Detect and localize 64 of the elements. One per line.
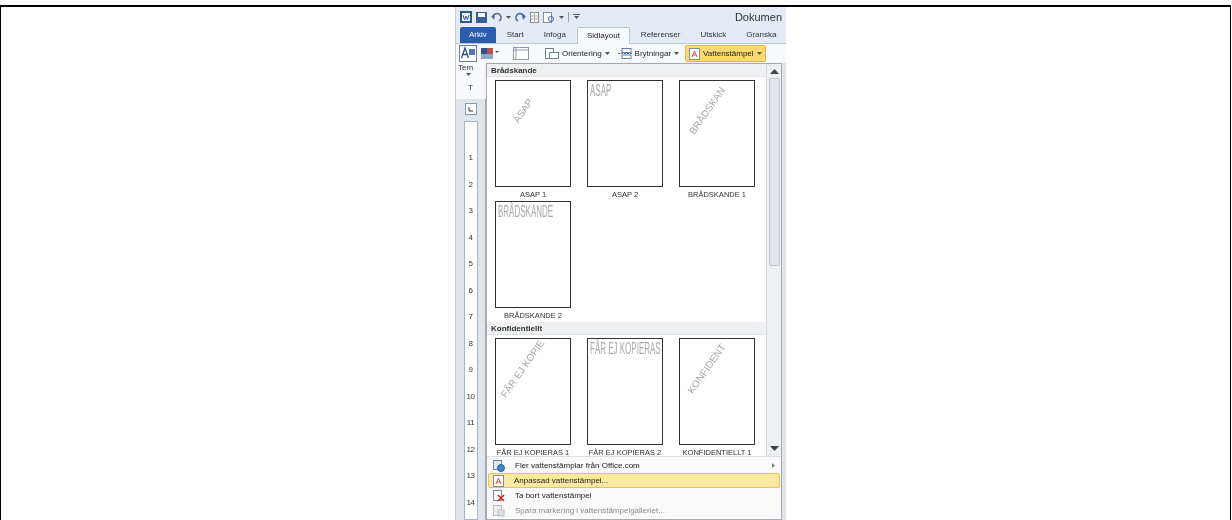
ribbon-tab[interactable]: Arkiv [460, 27, 496, 43]
section-header: Konfidentiellt [487, 322, 766, 335]
tab-stop-selector[interactable] [464, 103, 477, 115]
watermark-page-icon [689, 47, 701, 60]
ribbon-label: T [467, 83, 474, 93]
word-logo-icon [460, 11, 472, 23]
ribbon-tab[interactable]: Referenser [631, 27, 690, 43]
print-preview-icon[interactable] [543, 11, 555, 23]
watermark-page-icon [493, 474, 504, 487]
ruler-number: 9 [468, 364, 473, 375]
caret-icon [756, 52, 762, 55]
menu-item[interactable]: Anpassad vattenstämpel... [488, 473, 780, 488]
ruler-number: 3 [468, 205, 473, 216]
ruler-number: 14 [466, 496, 475, 508]
ribbon-button[interactable]: Vattenstämpel [685, 45, 766, 62]
caret-icon [466, 73, 471, 76]
scroll-thumb[interactable] [768, 78, 780, 266]
watermark-text: FÅR EJ KOPIERAS [590, 341, 661, 357]
ribbon-tab[interactable]: Granska [737, 27, 786, 43]
watermark-text: ASAP [590, 83, 612, 99]
ribbon-tab[interactable]: Infoga [534, 27, 575, 43]
ribbon-button[interactable]: Brytningar [615, 45, 682, 62]
page-breaks-icon [617, 48, 632, 59]
ruler-number: 5 [468, 258, 473, 269]
ruler-number: 12 [466, 443, 475, 455]
window-title: Dokumen [734, 11, 782, 23]
ruler-number: 6 [468, 284, 473, 296]
ruler-number: 13 [466, 470, 475, 481]
ruler-number: 1 [468, 152, 473, 163]
save-icon[interactable] [476, 11, 487, 23]
table-icon[interactable] [530, 11, 539, 23]
scroll-down-icon[interactable] [769, 446, 779, 452]
ruler-number: 11 [466, 417, 475, 428]
themes-icon[interactable] [459, 45, 477, 62]
submenu-arrow-icon [772, 463, 775, 468]
ruler-number: 4 [468, 231, 473, 243]
left-tab-icon [468, 106, 473, 112]
ribbon-tab[interactable]: Start [497, 27, 533, 43]
caret-icon [506, 15, 511, 19]
page-orientation-icon [545, 48, 559, 59]
ribbon-label: Tem [457, 63, 475, 73]
ruler-number: 2 [468, 178, 473, 190]
ribbon-tab[interactable]: Sidlayout [576, 27, 630, 44]
remove-watermark-icon [493, 489, 505, 502]
menu-item[interactable]: Ta bort vattenstämpel [488, 488, 780, 503]
caret-icon [559, 15, 564, 19]
globe-page-icon [493, 459, 505, 472]
caret-icon [674, 52, 680, 55]
watermark-text: BRÅDSKANDE [498, 204, 554, 220]
scrollbar[interactable] [766, 64, 781, 456]
menu-item[interactable]: Fler vattenstämplar från Office.com [488, 458, 780, 473]
undo-icon[interactable] [491, 12, 502, 22]
margins-icon[interactable] [513, 47, 529, 60]
ribbon-button[interactable]: Orientering [543, 45, 612, 62]
ruler-number: 7 [468, 311, 473, 322]
scroll-up-icon[interactable] [769, 68, 779, 74]
ruler-number: 10 [466, 390, 475, 402]
theme-colors-icon[interactable] [481, 47, 499, 60]
ruler-number: 8 [468, 337, 473, 349]
ribbon-tab[interactable]: Utskick [691, 27, 736, 43]
section-header: Brådskande [487, 64, 766, 77]
customize-caret-icon[interactable] [573, 14, 580, 20]
caret-icon [604, 52, 610, 55]
redo-icon[interactable] [515, 12, 526, 22]
